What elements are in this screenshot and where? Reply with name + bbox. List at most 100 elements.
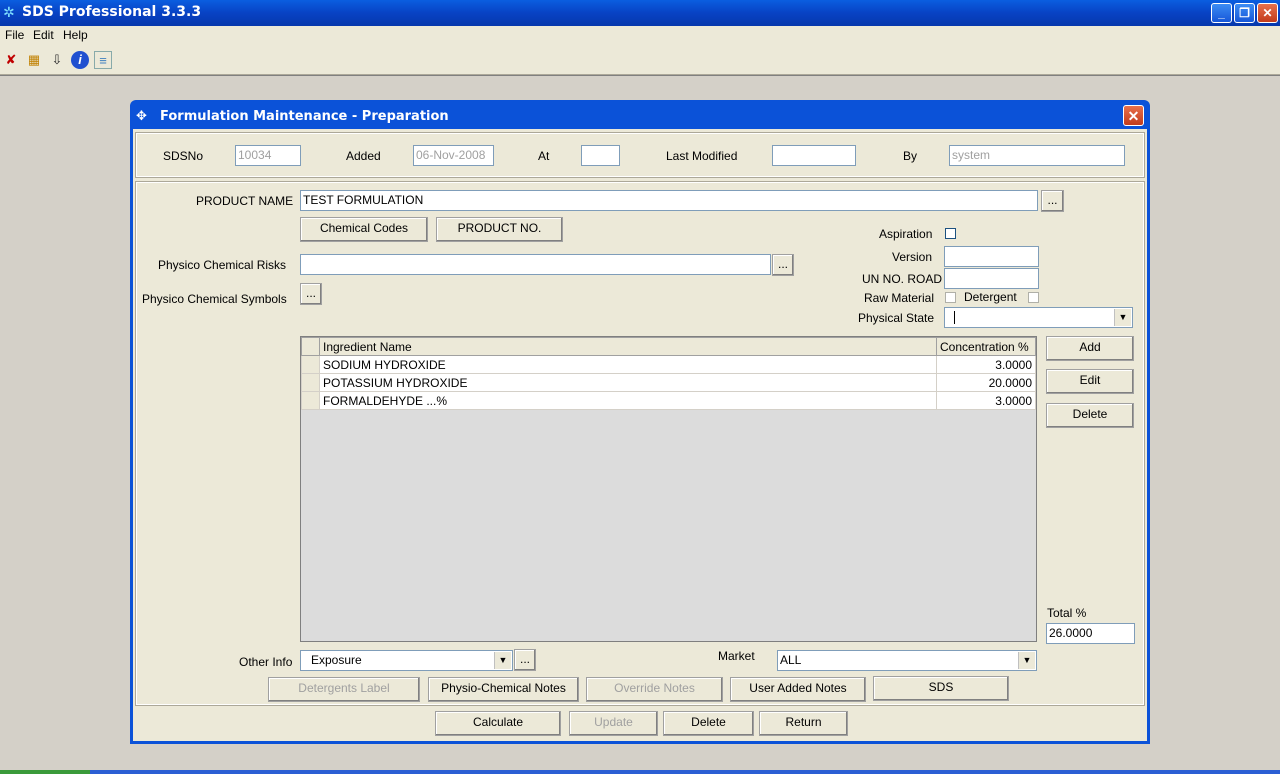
by-field[interactable]: system: [949, 145, 1125, 166]
market-select[interactable]: ALL ▼: [777, 650, 1037, 671]
chemical-codes-button[interactable]: Chemical Codes: [300, 217, 428, 242]
calendar-icon[interactable]: ▦: [25, 51, 43, 69]
minimize-icon[interactable]: _: [1211, 3, 1232, 23]
user-added-notes-button[interactable]: User Added Notes: [730, 677, 866, 702]
other-info-value: Exposure: [311, 653, 362, 667]
chevron-down-icon[interactable]: ▼: [1114, 309, 1131, 326]
physio-chemical-notes-button[interactable]: Physio-Chemical Notes: [428, 677, 579, 702]
row-selector[interactable]: [301, 355, 320, 374]
text-cursor: [954, 311, 955, 324]
window-title: Formulation Maintenance - Preparation: [160, 109, 449, 124]
close-icon[interactable]: ✕: [1257, 3, 1278, 23]
exit-icon[interactable]: ✘: [2, 51, 20, 69]
by-label: By: [903, 149, 918, 163]
raw-material-label: Raw Material: [864, 291, 935, 305]
concentration-cell[interactable]: 3.0000: [936, 391, 1036, 410]
window-logo-icon: ✥: [136, 108, 147, 123]
override-notes-button[interactable]: Override Notes: [586, 677, 723, 702]
taskbar: [0, 770, 1280, 774]
row-selector[interactable]: [301, 373, 320, 392]
version-field[interactable]: [944, 246, 1039, 267]
other-info-label: Other Info: [239, 655, 293, 669]
edit-button[interactable]: Edit: [1046, 369, 1134, 394]
detergents-label-button[interactable]: Detergents Label: [268, 677, 420, 702]
menu-file-label: File: [5, 28, 25, 42]
sdsno-field[interactable]: 10034: [235, 145, 301, 166]
added-label: Added: [346, 149, 381, 163]
at-field[interactable]: [581, 145, 620, 166]
added-field[interactable]: 06-Nov-2008: [413, 145, 494, 166]
aspiration-label: Aspiration: [879, 227, 933, 241]
total-field[interactable]: 26.0000: [1046, 623, 1135, 644]
product-name-label: PRODUCT NAME: [196, 194, 294, 208]
last-modified-label: Last Modified: [666, 149, 738, 163]
detergent-checkbox[interactable]: [1028, 292, 1039, 303]
physico-risks-label: Physico Chemical Risks: [158, 258, 287, 272]
physico-risks-field[interactable]: [300, 254, 771, 275]
menu-file[interactable]: File: [5, 28, 24, 42]
document-icon[interactable]: ≡: [94, 51, 112, 69]
last-modified-field[interactable]: [772, 145, 856, 166]
aspiration-checkbox[interactable]: [945, 228, 956, 239]
chevron-down-icon[interactable]: ▼: [1018, 652, 1035, 669]
menu-help-label: Help: [63, 28, 88, 42]
concentration-cell[interactable]: 20.0000: [936, 373, 1036, 392]
other-info-select[interactable]: Exposure ▼: [300, 650, 513, 671]
ingredient-cell[interactable]: FORMALDEHYDE ...%: [319, 391, 937, 410]
ingredients-grid: Ingredient Name Concentration % SODIUM H…: [300, 336, 1037, 642]
physical-state-label: Physical State: [858, 311, 935, 325]
market-label: Market: [718, 649, 755, 663]
info-icon[interactable]: i: [71, 51, 89, 69]
column-header-concentration[interactable]: Concentration %: [936, 337, 1036, 356]
other-info-browse-button[interactable]: ...: [514, 649, 536, 671]
physico-risks-browse-button[interactable]: ...: [772, 254, 794, 276]
total-label: Total %: [1047, 606, 1087, 620]
window-close-icon[interactable]: ✕: [1123, 105, 1144, 126]
ingredient-cell[interactable]: SODIUM HYDROXIDE: [319, 355, 937, 374]
at-label: At: [538, 149, 550, 163]
ingredients-table: Ingredient Name Concentration % SODIUM H…: [301, 337, 1036, 410]
add-button[interactable]: Add: [1046, 336, 1134, 361]
chevron-down-icon[interactable]: ▼: [494, 652, 511, 669]
menu-bar: File Edit Help: [0, 26, 1280, 46]
concentration-cell[interactable]: 3.0000: [936, 355, 1036, 374]
window-client: SDSNo 10034 Added 06-Nov-2008 At Last Mo…: [133, 129, 1147, 741]
physico-symbols-browse-button[interactable]: ...: [300, 283, 322, 305]
table-row[interactable]: FORMALDEHYDE ...% 3.0000: [301, 391, 1036, 410]
delete-button[interactable]: Delete: [663, 711, 754, 736]
sdsno-label: SDSNo: [163, 149, 204, 163]
table-row[interactable]: POTASSIUM HYDROXIDE 20.0000: [301, 373, 1036, 392]
ingredient-cell[interactable]: POTASSIUM HYDROXIDE: [319, 373, 937, 392]
import-icon[interactable]: ⇩: [48, 51, 66, 69]
row-selector[interactable]: [301, 391, 320, 410]
formulation-window: ✥ Formulation Maintenance - Preparation …: [130, 100, 1150, 744]
physical-state-select[interactable]: ▼: [944, 307, 1133, 328]
menu-edit-label: Edit: [33, 28, 54, 42]
table-header-row: Ingredient Name Concentration %: [301, 337, 1036, 356]
menu-help[interactable]: Help: [63, 28, 88, 42]
app-logo-icon: ✲: [3, 4, 15, 20]
un-no-road-field[interactable]: [944, 268, 1039, 289]
menu-edit[interactable]: Edit: [33, 28, 54, 42]
toolbar: ✘ ▦ ⇩ i ≡: [0, 46, 1280, 75]
product-name-browse-button[interactable]: ...: [1041, 190, 1064, 212]
table-row[interactable]: SODIUM HYDROXIDE 3.0000: [301, 355, 1036, 374]
app-title-bar: ✲ SDS Professional 3.3.3 _ ❐ ✕: [0, 0, 1280, 26]
restore-icon[interactable]: ❐: [1234, 3, 1255, 23]
raw-material-checkbox[interactable]: [945, 292, 956, 303]
detergent-label: Detergent: [964, 290, 1017, 304]
version-label: Version: [892, 250, 933, 264]
market-value: ALL: [780, 653, 802, 667]
row-header-cell: [301, 337, 320, 356]
app-title: SDS Professional 3.3.3: [22, 4, 202, 20]
column-header-ingredient[interactable]: Ingredient Name: [319, 337, 937, 356]
product-name-field[interactable]: TEST FORMULATION: [300, 190, 1038, 211]
update-button[interactable]: Update: [569, 711, 658, 736]
un-no-road-label: UN NO. ROAD: [862, 272, 943, 286]
calculate-button[interactable]: Calculate: [435, 711, 561, 736]
return-button[interactable]: Return: [759, 711, 848, 736]
delete-ingredient-button[interactable]: Delete: [1046, 403, 1134, 428]
physico-symbols-label: Physico Chemical Symbols: [142, 292, 287, 306]
sds-button[interactable]: SDS: [873, 676, 1009, 701]
product-no-button[interactable]: PRODUCT NO.: [436, 217, 563, 242]
